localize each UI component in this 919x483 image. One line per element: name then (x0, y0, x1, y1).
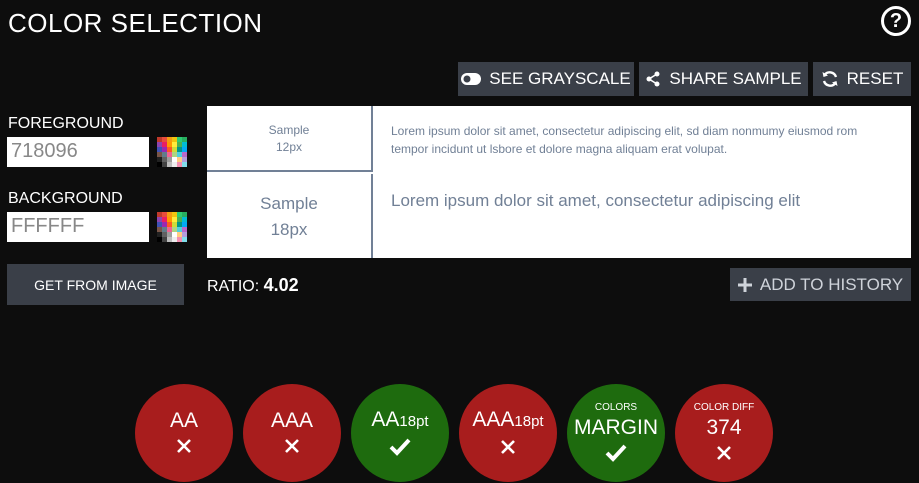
cross-icon (285, 439, 299, 453)
result-badge: COLORS MARGIN (567, 384, 665, 482)
result-badge: COLOR DIFF 374 (675, 384, 773, 482)
sample-panel: Sample 12px Sample 18px Lorem ipsum dolo… (207, 106, 911, 258)
page-title: COLOR SELECTION (8, 8, 263, 38)
sample-18px-cell: Sample 18px (207, 174, 373, 258)
toggle-icon (461, 73, 482, 85)
result-badge: AAA (243, 384, 341, 482)
share-icon (646, 71, 660, 87)
share-sample-button[interactable]: SHARE SAMPLE (639, 62, 808, 96)
result-label: AAA (270, 409, 314, 432)
result-badge: AA18pt (351, 384, 449, 482)
reset-button[interactable]: RESET (813, 62, 911, 96)
result-label: 374 (706, 416, 742, 439)
result-label: AA (169, 409, 198, 432)
foreground-input[interactable]: 718096 (7, 137, 149, 167)
cross-icon (717, 446, 731, 460)
add-to-history-button[interactable]: ADD TO HISTORY (730, 268, 911, 301)
check-icon (605, 444, 627, 462)
reset-label: RESET (846, 69, 904, 88)
refresh-icon (822, 71, 838, 87)
result-badge: AAA18pt (459, 384, 557, 482)
see-grayscale-label: SEE GRAYSCALE (489, 69, 631, 88)
foreground-palette-icon[interactable] (157, 137, 187, 167)
cross-icon (177, 439, 191, 453)
background-palette-icon[interactable] (157, 212, 187, 242)
result-caption: COLOR DIFF (693, 402, 755, 413)
result-label: MARGIN (574, 416, 658, 439)
result-badge: AA (135, 384, 233, 482)
result-caption: COLORS (594, 402, 638, 413)
sample-small-text: Lorem ipsum dolor sit amet, consectetur … (391, 124, 858, 156)
sample-18px-label: Sample (260, 194, 318, 213)
check-icon (389, 438, 411, 456)
result-sublabel: 18pt (399, 413, 429, 430)
result-sublabel: 18pt (514, 413, 544, 430)
sample-12px-cell: Sample 12px (207, 106, 373, 172)
result-label: AA18pt (371, 408, 429, 431)
ratio-value: 4.02 (263, 275, 299, 295)
sample-18px-size: 18px (270, 220, 308, 239)
get-from-image-button[interactable]: GET FROM IMAGE (7, 264, 184, 305)
background-input[interactable]: FFFFFF (7, 212, 149, 242)
help-icon[interactable]: ? (881, 6, 911, 36)
sample-12px-size: 12px (275, 140, 303, 154)
share-sample-label: SHARE SAMPLE (669, 69, 802, 88)
sample-large-text: Lorem ipsum dolor sit amet, consectetur … (391, 191, 801, 210)
sample-12px-label: Sample (268, 123, 310, 137)
ratio-label: RATIO: (207, 278, 260, 295)
ratio-display: RATIO: 4.02 (207, 275, 299, 296)
cross-icon (501, 440, 515, 454)
plus-icon (737, 277, 752, 292)
foreground-label: FOREGROUND (8, 115, 124, 132)
see-grayscale-button[interactable]: SEE GRAYSCALE (458, 62, 634, 96)
result-label: AAA18pt (472, 408, 544, 431)
background-label: BACKGROUND (8, 190, 123, 207)
get-from-image-label: GET FROM IMAGE (34, 276, 157, 293)
add-to-history-label: ADD TO HISTORY (759, 274, 904, 294)
